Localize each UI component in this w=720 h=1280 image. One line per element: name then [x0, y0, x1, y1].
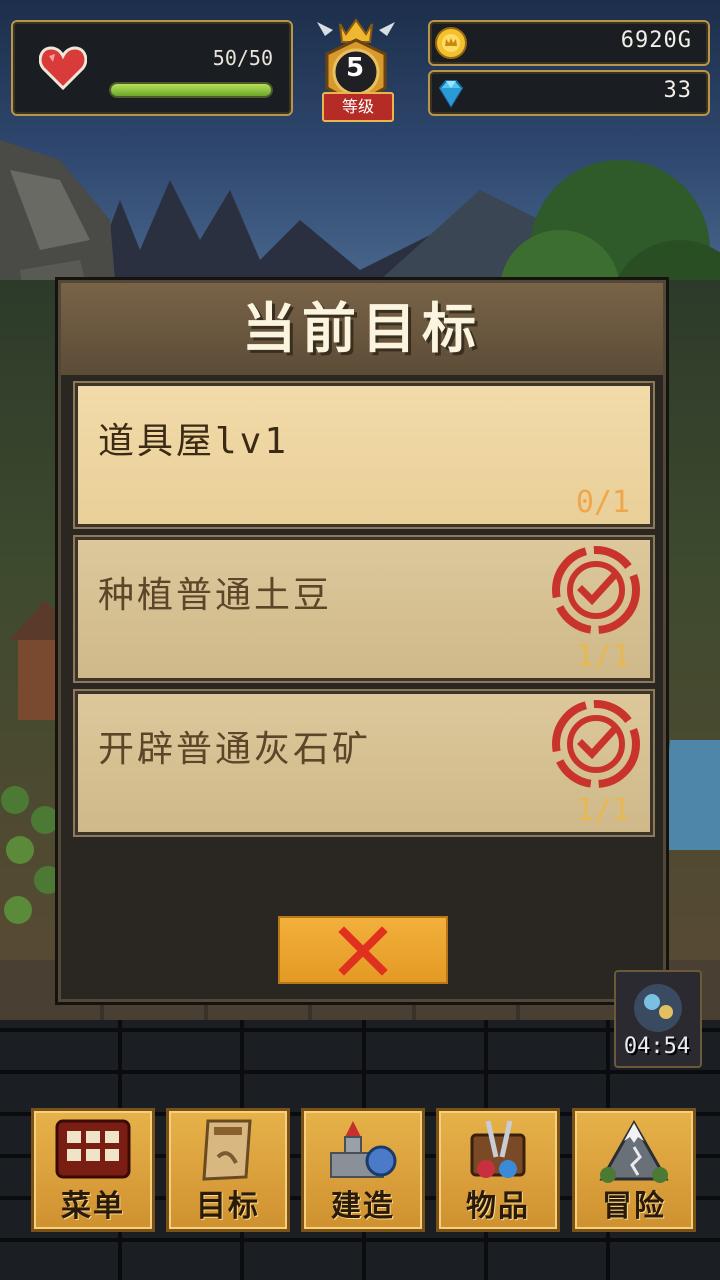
- menu-grid-icon: [55, 1119, 131, 1179]
- task-name: 开辟普通灰石矿: [98, 729, 372, 770]
- gold-panel[interactable]: 6920G: [428, 20, 710, 66]
- nav-items-button[interactable]: 物品: [436, 1108, 560, 1232]
- nav-label: 物品: [466, 1189, 530, 1224]
- gold-coin-icon: [435, 27, 467, 59]
- task-progress: 1/1: [575, 639, 630, 674]
- hp-value: 50/50: [212, 46, 273, 70]
- river: [660, 740, 720, 850]
- nav-quest-button[interactable]: 目标: [166, 1108, 290, 1232]
- gem-value: 33: [663, 78, 692, 103]
- task-progress: 1/1: [575, 793, 630, 828]
- health-panel: 50/50: [11, 20, 293, 116]
- nav-label: 冒险: [602, 1189, 666, 1224]
- task-item[interactable]: 道具屋lv1 0/1: [75, 383, 653, 527]
- completed-check-icon: [552, 546, 640, 634]
- hp-bar-fill: [111, 84, 271, 96]
- heart-icon: [39, 46, 87, 90]
- task-name: 种植普通土豆: [98, 575, 333, 616]
- nav-adventure-button[interactable]: 冒险: [572, 1108, 696, 1232]
- dialog-title: 当前目标: [242, 297, 482, 360]
- gold-value: 6920G: [620, 28, 692, 53]
- item-chest-icon: [470, 1120, 526, 1178]
- diamond-icon: [438, 80, 464, 108]
- nav-label: 菜单: [61, 1189, 125, 1224]
- quest-scroll-icon: [202, 1119, 252, 1181]
- portal-icon: [634, 984, 682, 1032]
- task-name: 道具屋lv1: [98, 421, 290, 462]
- level-number: 5: [345, 53, 365, 83]
- nav-build-button[interactable]: 建造: [301, 1108, 425, 1232]
- task-item[interactable]: 种植普通土豆 1/1: [75, 537, 653, 681]
- castle-icon: [330, 1121, 397, 1178]
- hp-bar: [109, 82, 273, 98]
- close-x-icon: [338, 926, 388, 976]
- close-button[interactable]: [278, 916, 448, 984]
- mountain-icon: [599, 1119, 669, 1183]
- quest-dialog: 当前目标 道具屋lv1 0/1 种植普通土豆 1/1 开辟普通灰石矿 1/1: [58, 280, 666, 1002]
- completed-check-icon: [552, 700, 640, 788]
- gem-panel[interactable]: 33: [428, 70, 710, 116]
- task-item[interactable]: 开辟普通灰石矿 1/1: [75, 691, 653, 835]
- nav-label: 建造: [331, 1189, 395, 1224]
- nav-menu-button[interactable]: 菜单: [31, 1108, 155, 1232]
- level-label: 等级: [322, 92, 394, 122]
- nav-label: 目标: [196, 1189, 260, 1224]
- task-progress: 0/1: [575, 485, 630, 520]
- timer-text: 04:54: [623, 1034, 691, 1059]
